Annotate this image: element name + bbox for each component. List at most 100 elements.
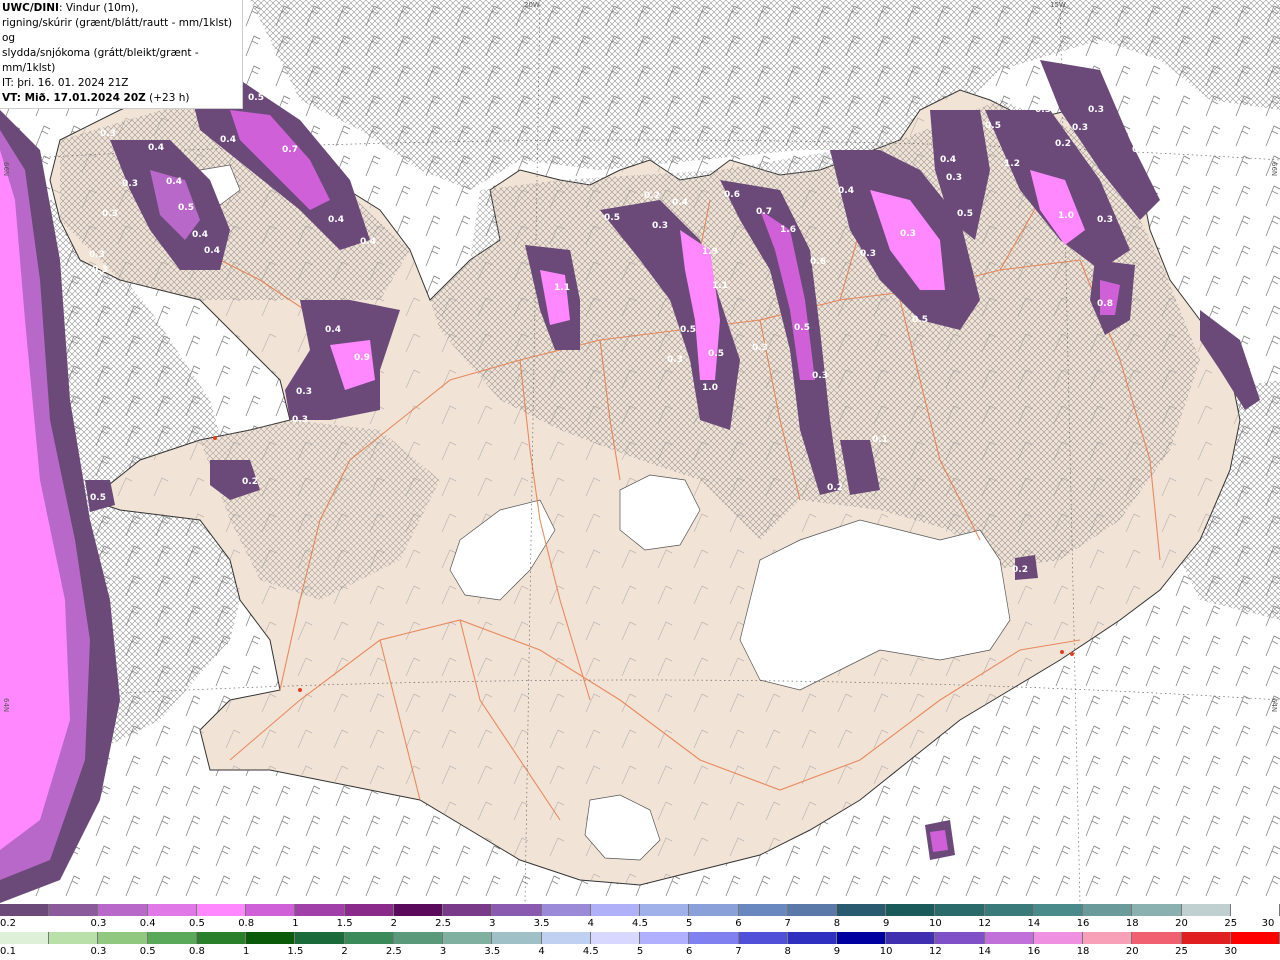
legend-swatch [590, 932, 641, 944]
precip-value-label: 0.4 [220, 135, 236, 145]
precip-value-label: 0.4 [325, 325, 341, 335]
rain-description: rigning/skúrir (grænt/blátt/rautt - mm/1… [2, 17, 233, 44]
legend-label: 1 [292, 918, 299, 929]
legend-swatch [147, 904, 197, 916]
legend-label: 0.5 [188, 918, 205, 929]
legend-swatch [787, 932, 837, 944]
legend-label: 20 [1125, 946, 1139, 957]
legend-swatch [443, 932, 493, 944]
lon-label-20w: 20W [524, 1, 540, 9]
precip-value-label: 0.6 [810, 257, 826, 267]
legend-label: 12 [929, 946, 942, 957]
legend-swatch [49, 932, 99, 944]
precip-value-label: 0.5 [178, 203, 194, 213]
legend-label: 3.5 [484, 946, 501, 957]
legend-swatch [935, 904, 985, 916]
legend-swatch [590, 904, 641, 916]
legend-swatch [0, 932, 50, 944]
precip-value-label: 0.7 [282, 145, 298, 155]
snow-description: slydda/snjókoma (grátt/bleikt/grænt - mm… [2, 47, 199, 74]
precip-value-label: 0.4 [204, 246, 220, 256]
precip-value-label: 0.4 [328, 215, 344, 225]
legend-label: 12 [978, 918, 991, 929]
legend-label: 14 [1027, 918, 1041, 929]
legend-label: 7 [735, 946, 742, 957]
precip-value-label: 0.3 [102, 209, 118, 219]
legend-label: 18 [1125, 918, 1139, 929]
legend-label: 30 [1224, 946, 1238, 957]
map-info-box: UWC/DINI: Vindur (10m), rigning/skúrir (… [0, 0, 243, 109]
legend-swatch [738, 932, 788, 944]
precip-value-label: 0.3 [1097, 215, 1113, 225]
legend-label: 0.3 [90, 946, 107, 957]
legend-swatch [0, 904, 50, 916]
precip-value-label: 0.4 [940, 155, 956, 165]
precip-value-label: 0.4 [192, 230, 208, 240]
legend-label: 0.2 [0, 918, 16, 929]
precip-value-label: 0.3 [1072, 123, 1088, 133]
legend-swatch [935, 932, 985, 944]
precip-value-label: 0.2 [827, 483, 843, 493]
precip-value-label: 0.3 [1088, 105, 1104, 115]
legend-label: 0.8 [238, 918, 255, 929]
precip-value-label: 0.5 [957, 209, 973, 219]
precip-value-label: 0.4 [838, 186, 854, 196]
precip-value-label: 0.3 [667, 355, 683, 365]
weather-map: 0.40.50.30.40.70.40.30.40.50.40.40.30.30… [0, 0, 1280, 903]
legend-swatch [443, 904, 493, 916]
legend-label: 25 [1224, 918, 1238, 929]
legend-label: 2.5 [435, 918, 452, 929]
precip-value-label: 0.5 [794, 323, 810, 333]
precip-value-label: 0.5 [248, 93, 264, 103]
precip-value-label: 1.1 [712, 281, 728, 291]
precip-value-label: 0.4 [148, 143, 164, 153]
precip-value-label: 0.1 [872, 435, 888, 445]
legend-swatch [393, 904, 444, 916]
legend-swatch [1083, 904, 1133, 916]
legend-label: 16 [1076, 918, 1090, 929]
legend-label: 8 [833, 918, 841, 929]
precip-value-label: 0.3 [812, 371, 828, 381]
legend-swatch [787, 904, 837, 916]
precip-value-label: 0.3 [752, 343, 768, 353]
legend-swatch [1033, 932, 1084, 944]
legend-label: 1.5 [287, 946, 304, 957]
precip-value-label: 0.3 [122, 179, 138, 189]
precip-value-label: 0.3 [100, 129, 116, 139]
precip-value-label: 0.4 [166, 177, 182, 187]
precip-value-label: 0.3 [1035, 105, 1051, 115]
valid-time: VT: Mið. 17.01.2024 20Z [2, 92, 146, 104]
legend-label: 5 [686, 918, 693, 929]
legend-swatch [492, 932, 542, 944]
legend-label: 30 [1261, 918, 1275, 929]
precip-value-label: 1.9 [702, 247, 718, 257]
legend-swatch [196, 932, 247, 944]
legend-label: 0.5 [139, 946, 156, 957]
legend-swatch [393, 932, 444, 944]
legend-label: 2 [390, 918, 398, 929]
precip-value-label: 1.0 [702, 383, 718, 393]
precip-value-label: 0.3 [860, 249, 876, 259]
legend-swatch [295, 932, 345, 944]
legend-swatch [196, 904, 247, 916]
lat-label-64n-right: 64N [1270, 698, 1278, 713]
legend-label: 0.4 [139, 918, 156, 929]
valid-time-line: VT: Mið. 17.01.2024 20Z (+23 h) [2, 91, 240, 106]
precip-value-label: 0.3 [652, 221, 668, 231]
precip-value-label: 0.6 [724, 190, 740, 200]
legend-label: 18 [1076, 946, 1090, 957]
precip-value-label: 0.3 [1132, 145, 1148, 155]
precip-value-label: 0.3 [92, 265, 108, 275]
legend-swatch [1083, 932, 1133, 944]
legend-label: 20 [1175, 918, 1188, 929]
legend-swatch [984, 904, 1034, 916]
legend-label: 9 [833, 946, 841, 957]
legend-label: 6 [686, 946, 693, 957]
legend-label: 25 [1175, 946, 1188, 957]
precip-value-label: 0.5 [708, 349, 724, 359]
precip-value-label: 0.3 [89, 250, 105, 260]
legend-swatch [147, 932, 197, 944]
legend-label: 2.5 [385, 946, 402, 957]
lat-label-66n-left: 66N [2, 162, 10, 177]
legend-swatch [1132, 904, 1182, 916]
